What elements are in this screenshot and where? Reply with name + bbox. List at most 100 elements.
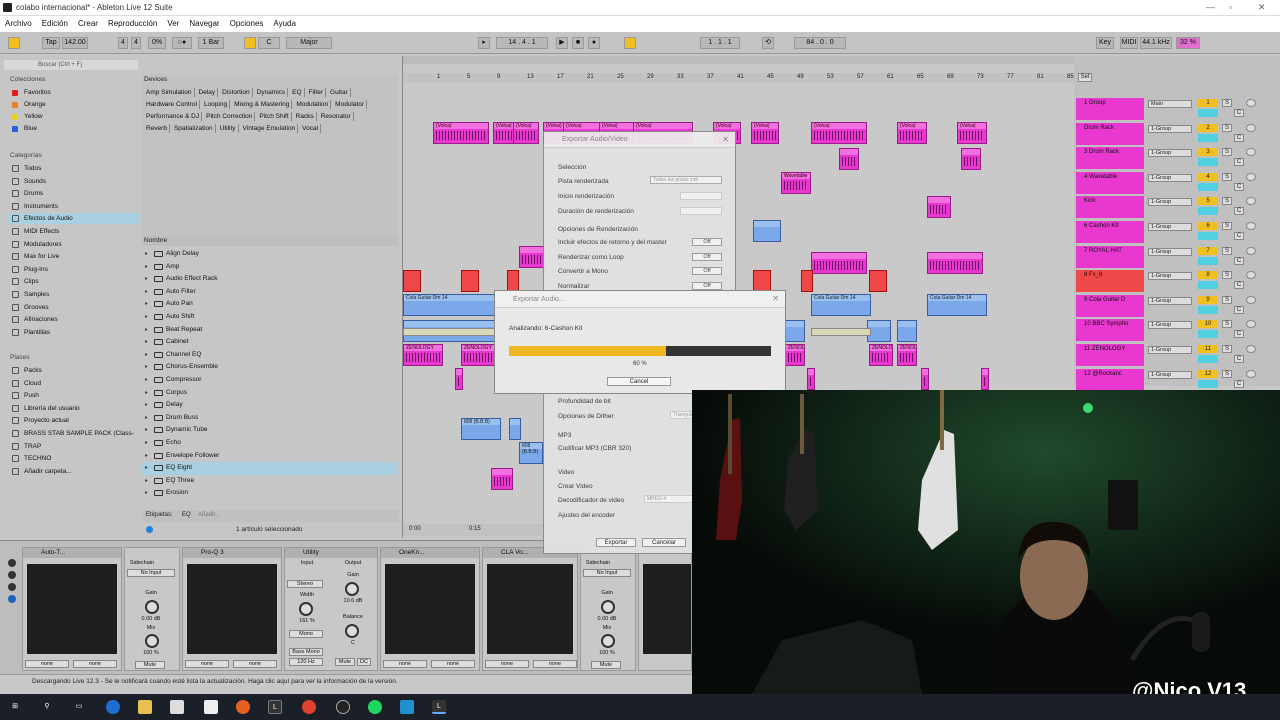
menu-reproduccion[interactable]: Reproducción bbox=[108, 19, 157, 28]
device-tag[interactable]: Modulator bbox=[333, 100, 368, 109]
cue-button[interactable]: C bbox=[1234, 158, 1244, 167]
quantize-select[interactable]: 1 Bar bbox=[198, 37, 224, 49]
device-tag[interactable]: Utility bbox=[218, 124, 239, 133]
clip[interactable]: ZENOLOGY bbox=[785, 344, 805, 366]
scale-select[interactable]: Major bbox=[286, 37, 332, 49]
expand-icon[interactable]: ▸ bbox=[145, 361, 148, 374]
clip[interactable]: 808 (B.B.B) bbox=[461, 418, 501, 440]
status-bar[interactable]: Descargando Live 12.3 - Se le notificará… bbox=[0, 674, 692, 688]
mixer-track[interactable]: Drum Rack 1-Group 2 S C bbox=[1076, 122, 1276, 147]
solo-button[interactable]: S bbox=[1222, 172, 1232, 181]
fx-list-item[interactable]: ▸ Align Delay bbox=[142, 248, 398, 261]
track-volume[interactable] bbox=[1198, 281, 1218, 290]
arm-button[interactable] bbox=[1246, 123, 1256, 132]
solo-button[interactable]: S bbox=[1222, 148, 1232, 157]
track-activator[interactable]: 5 bbox=[1198, 197, 1218, 206]
loop-length[interactable]: 84 . 0 . 0 bbox=[794, 37, 846, 49]
mixer-track[interactable]: 1 Group Main 1 S C bbox=[1076, 98, 1276, 122]
clip[interactable]: (Volca) bbox=[957, 122, 987, 144]
category-item[interactable]: Max for Live bbox=[8, 251, 140, 262]
clip[interactable]: (Volca) bbox=[513, 122, 539, 144]
normalize-toggle[interactable]: Off bbox=[692, 282, 722, 290]
cue-button[interactable]: C bbox=[1234, 133, 1244, 142]
clip[interactable] bbox=[927, 252, 983, 274]
device-tag[interactable]: Distortion bbox=[220, 88, 253, 97]
fx-list-item[interactable]: ▸ Auto Filter bbox=[142, 286, 398, 299]
menu-ver[interactable]: Ver bbox=[167, 19, 179, 28]
arm-button[interactable] bbox=[1246, 320, 1256, 329]
track-name[interactable]: Kick bbox=[1076, 196, 1144, 219]
expand-icon[interactable]: ▸ bbox=[145, 324, 148, 337]
clip[interactable] bbox=[961, 148, 981, 170]
expand-icon[interactable]: ▸ bbox=[145, 298, 148, 311]
track-name[interactable]: 10 BBC Sympho bbox=[1076, 319, 1144, 342]
clip[interactable]: ZENOLOGY bbox=[461, 344, 495, 366]
clip[interactable] bbox=[921, 368, 929, 390]
arm-button[interactable] bbox=[1246, 197, 1256, 206]
fx-list-item[interactable]: ▸ Beat Repeat bbox=[142, 324, 398, 337]
sidechain-input-select[interactable]: No Input bbox=[583, 569, 631, 577]
fx-list-item[interactable]: ▸ Chorus-Ensemble bbox=[142, 361, 398, 374]
video-encoder-select[interactable]: MPEG-4 bbox=[644, 495, 696, 503]
device-tag[interactable]: Resonator bbox=[319, 112, 354, 121]
device-autotune[interactable]: Auto-T... none none bbox=[22, 547, 122, 671]
mixer-track[interactable]: 10 BBC Sympho 1-Group 10 S C bbox=[1076, 319, 1276, 343]
signature-denominator[interactable]: 4 bbox=[131, 37, 141, 49]
ableton-live-active-icon[interactable]: L bbox=[432, 700, 446, 714]
convert-mono-toggle[interactable]: Off bbox=[692, 267, 722, 275]
cue-button[interactable]: C bbox=[1234, 355, 1244, 363]
clip[interactable] bbox=[519, 246, 545, 268]
menu-archivo[interactable]: Archivo bbox=[5, 19, 32, 28]
follow-icon[interactable] bbox=[244, 37, 256, 49]
device-tag[interactable]: Pitch Shift bbox=[257, 112, 292, 121]
expand-icon[interactable]: ▸ bbox=[145, 261, 148, 274]
arm-button[interactable] bbox=[1246, 345, 1256, 353]
include-returns-toggle[interactable]: Off bbox=[692, 238, 722, 246]
cue-button[interactable]: C bbox=[1234, 330, 1244, 339]
track-name[interactable]: 9 Cola Guitar D bbox=[1076, 294, 1144, 317]
cue-button[interactable]: C bbox=[1234, 182, 1244, 191]
menu-crear[interactable]: Crear bbox=[78, 19, 98, 28]
fx-list-item[interactable]: ▸ Channel EQ bbox=[142, 349, 398, 362]
tags-add[interactable]: Añadir... bbox=[198, 512, 220, 518]
clip[interactable] bbox=[807, 368, 815, 390]
track-name[interactable]: 12 @Rockanc bbox=[1076, 368, 1144, 391]
tap-button[interactable]: Tap bbox=[42, 37, 60, 49]
fx-list-item[interactable]: ▸ Audio Effect Rack bbox=[142, 273, 398, 286]
track-name[interactable]: 8 Fx_8 bbox=[1076, 270, 1144, 293]
place-item[interactable]: Proyecto actual bbox=[8, 415, 140, 426]
track-routing-select[interactable]: 1-Group bbox=[1148, 370, 1192, 379]
record-icon[interactable]: ● bbox=[588, 37, 600, 49]
close-icon[interactable]: ✕ bbox=[772, 294, 779, 303]
clip[interactable]: Cola Guitar Dm 14 bbox=[811, 294, 871, 316]
firefox-icon[interactable] bbox=[236, 700, 250, 714]
fx-list-item[interactable]: ▸ Dynamic Tube bbox=[142, 424, 398, 437]
place-item[interactable]: Packs bbox=[8, 365, 140, 376]
track-name[interactable]: 6 Cashon Kit bbox=[1076, 221, 1144, 243]
fx-list-item[interactable]: ▸ Corpus bbox=[142, 387, 398, 400]
clip[interactable]: Cola Guitar Dm 14 bbox=[403, 294, 495, 316]
device-oneknob[interactable]: OneKn... none none bbox=[380, 547, 480, 671]
clip[interactable] bbox=[897, 320, 917, 342]
track-routing-select[interactable]: 1-Group bbox=[1148, 272, 1192, 281]
solo-button[interactable]: S bbox=[1222, 99, 1232, 107]
clip[interactable]: Cola Guitar Dm 14 bbox=[927, 294, 987, 316]
render-length-field[interactable] bbox=[680, 207, 722, 215]
mixer-track[interactable]: 8 Fx_8 1-Group 8 S C bbox=[1076, 270, 1276, 294]
category-item[interactable]: Clips bbox=[8, 276, 140, 287]
expand-icon[interactable]: ▸ bbox=[145, 349, 148, 362]
track-name[interactable]: 4 Wavetable bbox=[1076, 171, 1144, 194]
mix-knob[interactable] bbox=[145, 634, 159, 648]
track-volume[interactable] bbox=[1198, 207, 1218, 216]
app-icon[interactable] bbox=[400, 700, 414, 714]
width-knob[interactable] bbox=[299, 602, 313, 616]
mixer-track[interactable]: 12 @Rockanc 1-Group 12 S C bbox=[1076, 368, 1276, 393]
clip[interactable] bbox=[839, 148, 859, 170]
fx-list-item[interactable]: ▸ EQ Eight bbox=[142, 462, 398, 475]
ableton-live-icon[interactable]: L bbox=[268, 700, 282, 714]
track-routing-select[interactable]: 1-Group bbox=[1148, 149, 1192, 158]
track-routing-select[interactable]: 1-Group bbox=[1148, 198, 1192, 207]
category-item[interactable]: Plug-Ins bbox=[8, 264, 140, 275]
export-button[interactable]: Exportar bbox=[596, 538, 636, 547]
sidechain-input-select[interactable]: No Input bbox=[127, 569, 175, 577]
